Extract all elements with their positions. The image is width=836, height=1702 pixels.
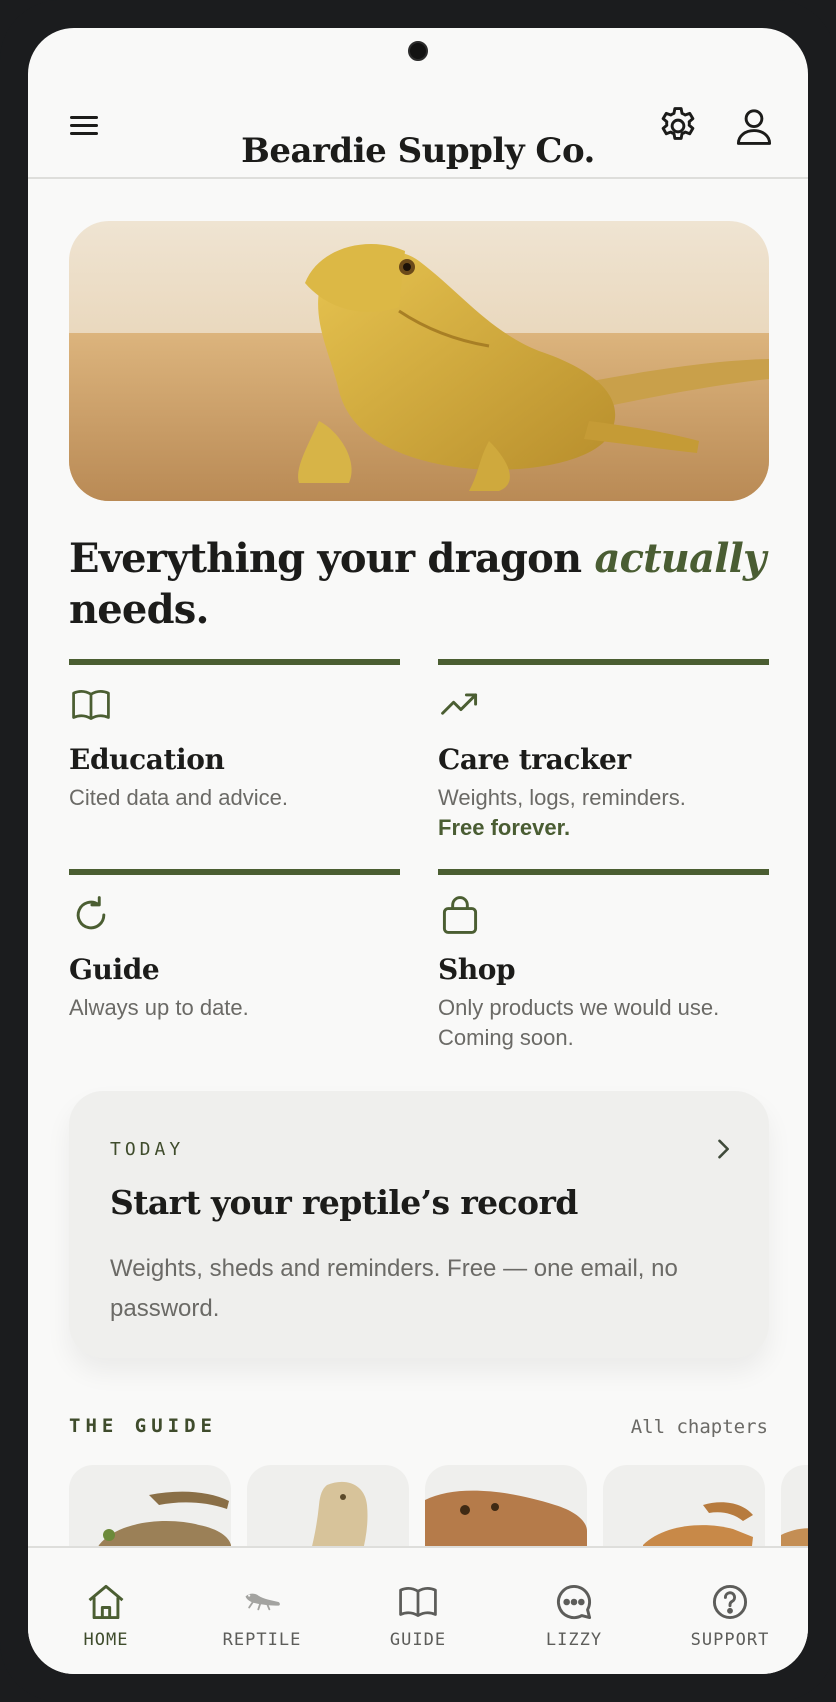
- today-card[interactable]: TODAY Start your reptile’s record Weight…: [69, 1091, 769, 1358]
- gear-icon[interactable]: [656, 104, 700, 148]
- nav-label: GUIDE: [389, 1630, 447, 1650]
- feature-guide[interactable]: Guide Always up to date.: [69, 869, 400, 1020]
- nav-label: HOME: [83, 1630, 129, 1650]
- nav-item-lizzy[interactable]: LIZZY: [496, 1548, 652, 1674]
- bag-icon: [442, 896, 478, 934]
- guide-card[interactable]: [425, 1465, 587, 1555]
- book-icon: [72, 690, 110, 720]
- help-icon: [712, 1584, 748, 1620]
- feature-note: Free forever.: [438, 815, 571, 840]
- feature-title: Guide: [69, 953, 160, 986]
- feature-education[interactable]: Education Cited data and advice.: [69, 659, 400, 810]
- feature-shop[interactable]: Shop Only products we would use. Coming …: [438, 869, 769, 1050]
- top-app-bar: Beardie Supply Co.: [28, 28, 808, 179]
- lizard-thumbnail-3: [425, 1490, 587, 1555]
- home-icon: [88, 1584, 124, 1620]
- guide-card[interactable]: [69, 1465, 231, 1555]
- hero-image: [69, 221, 769, 501]
- book-icon: [399, 1587, 437, 1617]
- feature-description: Cited data and advice.: [69, 785, 288, 810]
- headline-end: needs.: [69, 586, 209, 633]
- guide-card[interactable]: [247, 1465, 409, 1555]
- refresh-icon: [76, 896, 106, 930]
- user-icon[interactable]: [732, 104, 776, 148]
- guide-card[interactable]: [781, 1465, 808, 1555]
- lizard-thumbnail-2: [309, 1481, 368, 1555]
- nav-item-support[interactable]: SUPPORT: [652, 1548, 808, 1674]
- lizard-thumbnail-4: [643, 1502, 753, 1555]
- chevron-right-icon: [718, 1139, 729, 1159]
- headline-main: Everything your dragon: [69, 535, 595, 582]
- feature-description: Only products we would use. Coming soon.: [438, 995, 720, 1050]
- app-screen: Beardie Supply Co. Everything your drago…: [28, 28, 808, 1674]
- page-headline: Everything your dragon actually needs.: [69, 533, 789, 635]
- nav-label: REPTILE: [222, 1630, 302, 1650]
- feature-title: Education: [69, 743, 225, 776]
- nav-item-reptile[interactable]: REPTILE: [184, 1548, 340, 1674]
- nav-label: LIZZY: [545, 1630, 603, 1650]
- bottom-navigation: HOME REPTILE GUIDE LIZZY SUPPORT: [28, 1546, 808, 1674]
- trending-up-icon: [441, 693, 478, 715]
- nav-item-home[interactable]: HOME: [28, 1548, 184, 1674]
- today-title: Start your reptile’s record: [110, 1183, 578, 1222]
- feature-title: Care tracker: [438, 743, 631, 776]
- guide-carousel[interactable]: [69, 1465, 808, 1555]
- lizard-thumbnail-5: [781, 1528, 808, 1555]
- nav-item-guide[interactable]: GUIDE: [340, 1548, 496, 1674]
- today-label: TODAY: [110, 1139, 185, 1160]
- feature-title: Shop: [438, 953, 516, 986]
- lizard-icon: [245, 1593, 280, 1611]
- today-description: Weights, sheds and reminders. Free — one…: [110, 1255, 678, 1322]
- phone-frame: Beardie Supply Co. Everything your drago…: [0, 0, 836, 1702]
- feature-description: Weights, logs, reminders.: [438, 785, 686, 810]
- guide-card[interactable]: [603, 1465, 765, 1555]
- all-chapters-link[interactable]: All chapters: [631, 1416, 768, 1438]
- lizard-thumbnail-1: [94, 1491, 231, 1555]
- feature-care-tracker[interactable]: Care tracker Weights, logs, reminders. F…: [438, 659, 769, 840]
- headline-emphasis: actually: [594, 535, 766, 582]
- chat-bubble-icon: [557, 1584, 592, 1620]
- feature-description: Always up to date.: [69, 995, 249, 1020]
- nav-label: SUPPORT: [690, 1630, 770, 1650]
- menu-icon[interactable]: [66, 111, 102, 141]
- guide-section-label: THE GUIDE: [69, 1415, 217, 1437]
